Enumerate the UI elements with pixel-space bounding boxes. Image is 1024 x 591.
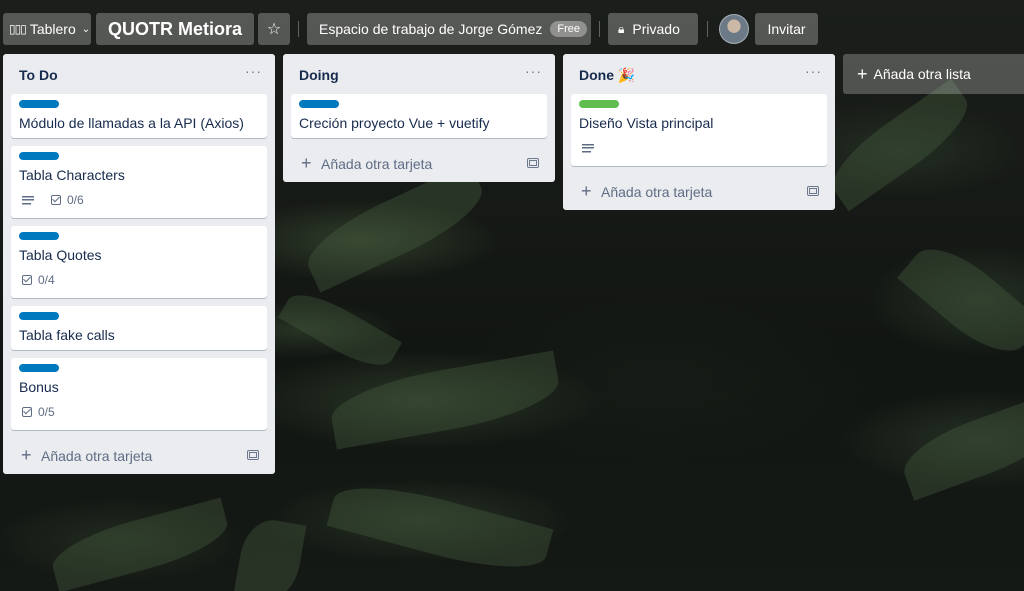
list-title[interactable]: Doing	[299, 67, 339, 83]
board-icon: ▯▯▯	[9, 22, 27, 36]
card-label	[299, 100, 339, 108]
card[interactable]: Tabla fake calls	[11, 306, 267, 350]
description-badge	[19, 195, 34, 205]
card-title: Bonus	[19, 379, 59, 395]
member-avatar[interactable]	[719, 14, 749, 44]
card-title: Creción proyecto Vue + vuetify	[299, 115, 490, 131]
add-card-button[interactable]: + Añada otra tarjeta	[563, 174, 835, 210]
card-title: Tabla Characters	[19, 167, 125, 183]
add-card-button[interactable]: + Añada otra tarjeta	[283, 146, 555, 182]
checklist-badge: 0/6	[48, 193, 84, 207]
workspace-name: Espacio de trabajo de Jorge Gómez	[319, 21, 543, 37]
plan-badge: Free	[550, 21, 587, 37]
description-icon	[22, 195, 34, 205]
card-template-icon[interactable]	[527, 158, 539, 168]
card-label	[19, 312, 59, 320]
checklist-icon	[22, 275, 32, 285]
board-title[interactable]: QUOTR Metiora	[96, 13, 254, 45]
list-title[interactable]: Done 🎉	[579, 67, 635, 84]
checklist-badge: 0/5	[19, 405, 55, 419]
invite-button[interactable]: Invitar	[755, 13, 818, 45]
card-title: Módulo de llamadas a la API (Axios)	[19, 115, 244, 131]
checklist-icon	[22, 407, 32, 417]
plus-icon: +	[21, 445, 32, 465]
list-menu-icon[interactable]: ···	[525, 63, 545, 79]
list-done: Done 🎉 ··· Diseño Vista principal + Añad…	[563, 54, 835, 210]
card-badges: 0/6	[19, 192, 259, 208]
card-title: Diseño Vista principal	[579, 115, 714, 131]
list-header: To Do ···	[3, 54, 275, 94]
card-badges: 0/4	[19, 272, 259, 288]
visibility-button[interactable]: 🔒︎ Privado	[608, 13, 698, 45]
card-badges	[579, 140, 819, 156]
card-label	[19, 100, 59, 108]
board-header: ▯▯▯ Tablero ⌄ QUOTR Metiora ☆ Espacio de…	[0, 13, 1024, 47]
star-icon: ☆	[266, 21, 282, 38]
card-title: Tabla fake calls	[19, 327, 115, 343]
description-icon	[582, 143, 594, 153]
card-template-icon[interactable]	[247, 450, 259, 460]
card-label	[579, 100, 619, 108]
description-badge	[579, 143, 594, 153]
card[interactable]: Módulo de llamadas a la API (Axios)	[11, 94, 267, 138]
card-label	[19, 364, 59, 372]
workspace-button[interactable]: Espacio de trabajo de Jorge Gómez Free	[307, 13, 591, 45]
add-card-button[interactable]: + Añada otra tarjeta	[3, 438, 275, 474]
card[interactable]: Diseño Vista principal	[571, 94, 827, 166]
card-title: Tabla Quotes	[19, 247, 102, 263]
card[interactable]: Bonus 0/5	[11, 358, 267, 430]
list-title[interactable]: To Do	[19, 67, 58, 83]
list-header: Done 🎉 ···	[563, 54, 835, 94]
lock-icon: 🔒︎	[618, 21, 625, 36]
card-template-icon[interactable]	[807, 186, 819, 196]
checklist-icon	[51, 195, 61, 205]
plus-icon: +	[301, 153, 312, 173]
list-todo: To Do ··· Módulo de llamadas a la API (A…	[3, 54, 275, 474]
card[interactable]: Creción proyecto Vue + vuetify	[291, 94, 547, 138]
star-button[interactable]: ☆	[258, 13, 290, 45]
list-doing: Doing ··· Creción proyecto Vue + vuetify…	[283, 54, 555, 182]
add-list-button[interactable]: + Añada otra lista	[843, 54, 1024, 94]
card-label	[19, 152, 59, 160]
checklist-badge: 0/4	[19, 273, 55, 287]
chevron-down-icon: ⌄	[81, 23, 91, 35]
plus-icon: +	[581, 181, 592, 201]
card-label	[19, 232, 59, 240]
card-badges: 0/5	[19, 404, 259, 420]
list-header: Doing ···	[283, 54, 555, 94]
list-menu-icon[interactable]: ···	[245, 63, 265, 79]
board-switcher-button[interactable]: ▯▯▯ Tablero ⌄	[3, 13, 91, 45]
card[interactable]: Tabla Quotes 0/4	[11, 226, 267, 298]
list-menu-icon[interactable]: ···	[805, 63, 825, 79]
card[interactable]: Tabla Characters 0/6	[11, 146, 267, 218]
plus-icon: +	[857, 63, 868, 84]
